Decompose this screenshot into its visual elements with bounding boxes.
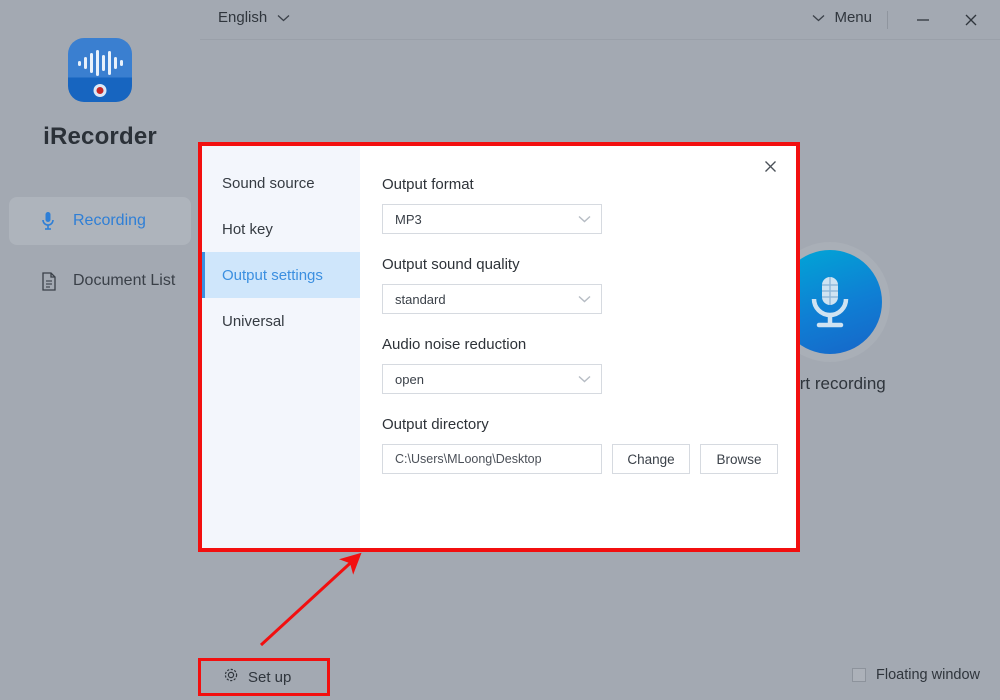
browse-directory-button[interactable]: Browse <box>700 444 778 474</box>
gear-icon <box>223 667 239 687</box>
change-directory-button[interactable]: Change <box>612 444 690 474</box>
field-output-format: Output format MP3 <box>382 176 796 234</box>
field-audio-noise-reduction: Audio noise reduction open <box>382 336 796 394</box>
chevron-down-icon <box>277 9 290 26</box>
settings-nav-sound-source[interactable]: Sound source <box>202 160 360 206</box>
select-value: open <box>395 371 424 387</box>
menu-label: Menu <box>834 9 872 26</box>
settings-content: Output format MP3 Output sound quality s… <box>360 146 796 548</box>
floating-window-toggle[interactable]: Floating window <box>852 667 980 683</box>
chevron-down-icon <box>578 375 591 383</box>
setup-label: Set up <box>248 668 292 686</box>
field-output-directory: Output directory C:\Users\MLoong\Desktop… <box>382 416 796 474</box>
settings-nav-label: Output settings <box>222 266 323 284</box>
output-directory-row: C:\Users\MLoong\Desktop Change Browse <box>382 444 796 474</box>
minimize-icon <box>917 19 929 21</box>
settings-dialog-highlight: Sound source Hot key Output settings Uni… <box>198 142 800 552</box>
settings-nav-label: Hot key <box>222 220 273 238</box>
left-sidebar: iRecorder Recording Document List <box>0 0 200 700</box>
dialog-close-button[interactable] <box>758 154 782 178</box>
sidebar-item-recording[interactable]: Recording <box>9 197 191 245</box>
field-label: Output format <box>382 176 474 193</box>
close-button[interactable] <box>956 6 986 34</box>
settings-nav-label: Sound source <box>222 174 315 192</box>
microphone-icon <box>41 211 63 231</box>
sidebar-item-label: Recording <box>73 212 146 229</box>
output-format-select[interactable]: MP3 <box>382 204 602 234</box>
setup-button-highlight: Set up <box>198 658 330 696</box>
settings-nav-output-settings[interactable]: Output settings <box>202 252 360 298</box>
settings-nav-label: Universal <box>222 312 285 330</box>
settings-nav-universal[interactable]: Universal <box>202 298 360 344</box>
menu-button[interactable]: Menu <box>812 9 872 26</box>
chevron-down-icon <box>578 215 591 223</box>
field-label: Output sound quality <box>382 256 520 273</box>
setup-button[interactable]: Set up <box>201 661 327 693</box>
field-output-sound-quality: Output sound quality standard <box>382 256 796 314</box>
chevron-down-icon <box>578 295 591 303</box>
titlebar-divider <box>887 11 888 29</box>
minimize-button[interactable] <box>908 6 938 34</box>
application-window: iRecorder Recording Document List Englis… <box>0 0 1000 700</box>
select-value: MP3 <box>395 211 422 227</box>
audio-noise-reduction-select[interactable]: open <box>382 364 602 394</box>
output-sound-quality-select[interactable]: standard <box>382 284 602 314</box>
waveform-bars <box>68 50 132 76</box>
select-value: standard <box>395 291 446 307</box>
document-icon <box>41 271 63 291</box>
sidebar-item-label: Document List <box>73 272 176 289</box>
chevron-down-icon <box>812 9 825 26</box>
waveform-record-icon <box>68 38 132 102</box>
language-label: English <box>218 9 268 26</box>
microphone-icon <box>811 277 849 328</box>
close-icon <box>965 14 977 26</box>
sidebar-item-document-list[interactable]: Document List <box>9 257 191 305</box>
output-directory-value: C:\Users\MLoong\Desktop <box>395 452 542 466</box>
settings-nav-hot-key[interactable]: Hot key <box>202 206 360 252</box>
field-label: Output directory <box>382 416 489 433</box>
app-logo <box>68 38 132 102</box>
settings-dialog: Sound source Hot key Output settings Uni… <box>202 146 796 548</box>
floating-window-label: Floating window <box>876 667 980 683</box>
floating-window-checkbox[interactable] <box>852 668 867 682</box>
field-label: Audio noise reduction <box>382 336 527 353</box>
settings-nav: Sound source Hot key Output settings Uni… <box>202 146 360 548</box>
close-icon <box>764 160 776 172</box>
record-dot-icon <box>93 84 107 97</box>
app-title: iRecorder <box>43 123 157 150</box>
output-directory-input[interactable]: C:\Users\MLoong\Desktop <box>382 444 602 474</box>
language-selector[interactable]: English <box>218 9 290 26</box>
title-bar: English Menu <box>200 0 1000 40</box>
